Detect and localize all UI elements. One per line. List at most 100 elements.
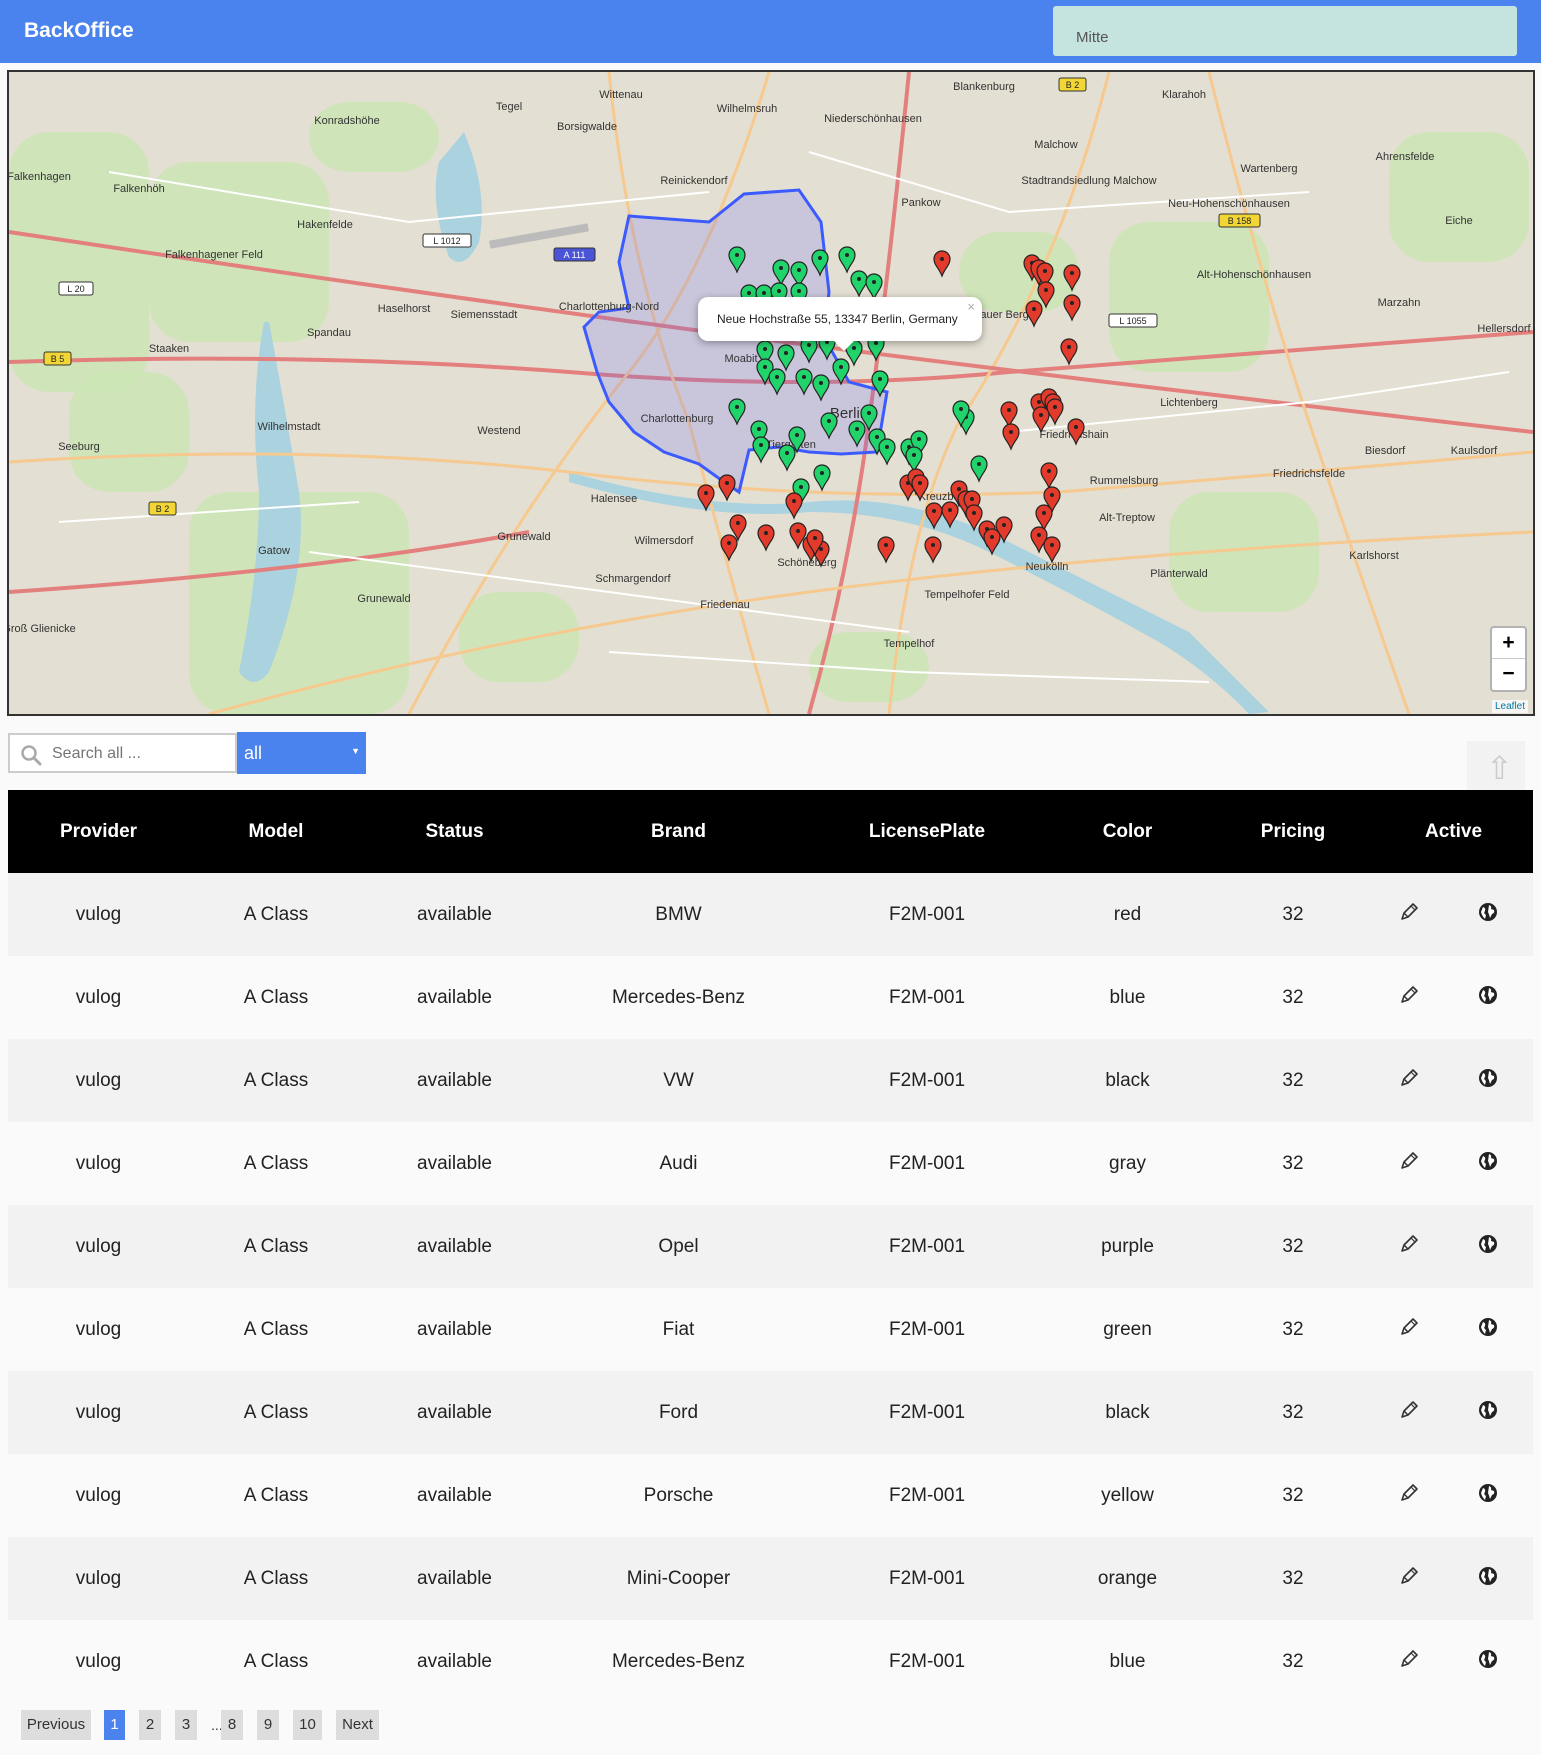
cell-status: available <box>363 1288 546 1371</box>
pagination-page-8[interactable]: 8 <box>221 1710 243 1740</box>
cell-brand: Porsche <box>546 1454 811 1537</box>
globe-icon[interactable] <box>1477 1067 1499 1089</box>
active-cell <box>1443 1288 1533 1371</box>
pagination-page-2[interactable]: 2 <box>139 1710 161 1740</box>
pagination-page-1[interactable]: 1 <box>104 1710 125 1740</box>
cell-model: A Class <box>189 1205 363 1288</box>
search-input[interactable] <box>50 743 234 765</box>
cell-provider: vulog <box>8 873 189 956</box>
place-label: Ahrensfelde <box>1376 151 1435 163</box>
pencil-icon[interactable] <box>1398 1565 1420 1587</box>
table-row[interactable]: vulog A Class available Mini-Cooper F2M-001 o… <box>8 1537 1533 1620</box>
column-header-brand[interactable]: Brand <box>546 790 811 873</box>
column-header-model[interactable]: Model <box>189 790 363 873</box>
place-label: Hakenfelde <box>297 219 353 231</box>
pencil-icon[interactable] <box>1398 1399 1420 1421</box>
pencil-icon[interactable] <box>1398 901 1420 923</box>
globe-icon[interactable] <box>1477 1482 1499 1504</box>
road-shield-label: B 2 <box>156 504 170 514</box>
edit-cell <box>1374 1620 1443 1703</box>
globe-icon[interactable] <box>1477 901 1499 923</box>
status-filter-select[interactable]: all ▼ <box>237 732 366 774</box>
column-header-license-plate[interactable]: LicensePlate <box>811 790 1043 873</box>
place-label: Alt-Treptow <box>1099 512 1155 524</box>
pagination-previous-button[interactable]: Previous <box>21 1710 91 1740</box>
cell-license-plate: F2M-001 <box>811 1620 1043 1703</box>
column-header-provider[interactable]: Provider <box>8 790 189 873</box>
map-attribution-link[interactable]: Leaflet <box>1492 700 1529 713</box>
park-area <box>69 372 189 492</box>
pagination-next-button[interactable]: Next <box>336 1710 379 1740</box>
active-cell <box>1443 1205 1533 1288</box>
place-label: Moabit <box>724 353 757 365</box>
cell-status: available <box>363 1371 546 1454</box>
table-row[interactable]: vulog A Class available Audi F2M-001 gray 32 <box>8 1122 1533 1205</box>
district-selector[interactable]: Mitte <box>1053 6 1517 56</box>
pencil-icon[interactable] <box>1398 1067 1420 1089</box>
pagination-page-3[interactable]: 3 <box>175 1710 197 1740</box>
map-popup: Neue Hochstraße 55, 13347 Berlin, German… <box>698 297 982 351</box>
globe-icon[interactable] <box>1477 1648 1499 1670</box>
pencil-icon[interactable] <box>1398 1150 1420 1172</box>
place-label: Stadtrandsiedlung Malchow <box>1021 175 1156 187</box>
place-label: Falkenhöh <box>113 183 164 195</box>
place-label: Wilhelmsruh <box>717 103 778 115</box>
cell-pricing: 32 <box>1212 873 1374 956</box>
active-cell <box>1443 873 1533 956</box>
globe-icon[interactable] <box>1477 1399 1499 1421</box>
cell-provider: vulog <box>8 1371 189 1454</box>
cell-brand: Audi <box>546 1122 811 1205</box>
place-label: Grunewald <box>497 531 550 543</box>
cell-license-plate: F2M-001 <box>811 1288 1043 1371</box>
place-label: Wilmersdorf <box>635 535 695 547</box>
globe-icon[interactable] <box>1477 1150 1499 1172</box>
cell-provider: vulog <box>8 1205 189 1288</box>
place-label: Marzahn <box>1378 297 1421 309</box>
table-row[interactable]: vulog A Class available Fiat F2M-001 green 32 <box>8 1288 1533 1371</box>
edit-cell <box>1374 1537 1443 1620</box>
pagination-page-10[interactable]: 10 <box>293 1710 322 1740</box>
cell-brand: VW <box>546 1039 811 1122</box>
place-label: Falkenhagener Feld <box>165 249 263 261</box>
globe-icon[interactable] <box>1477 1316 1499 1338</box>
place-label: Seeburg <box>58 441 100 453</box>
zoom-out-button[interactable]: − <box>1492 659 1525 689</box>
cell-provider: vulog <box>8 1454 189 1537</box>
place-label: Biesdorf <box>1365 445 1406 457</box>
map[interactable]: Tegel Konradshöhe Wittenau Wilhelmsruh Blank… <box>7 70 1535 716</box>
park-area <box>1109 222 1269 372</box>
vehicles-table: Provider Model Status Brand LicensePlate… <box>8 790 1533 1703</box>
table-row[interactable]: vulog A Class available Mercedes-Benz F2M-00… <box>8 956 1533 1039</box>
place-label: Haselhorst <box>378 303 431 315</box>
pencil-icon[interactable] <box>1398 1233 1420 1255</box>
column-header-active[interactable]: Active <box>1374 790 1533 873</box>
pagination-page-9[interactable]: 9 <box>257 1710 279 1740</box>
table-row[interactable]: vulog A Class available VW F2M-001 black 32 <box>8 1039 1533 1122</box>
zoom-in-button[interactable]: + <box>1492 628 1525 659</box>
table-row[interactable]: vulog A Class available Porsche F2M-001 yello… <box>8 1454 1533 1537</box>
table-row[interactable]: vulog A Class available Mercedes-Benz F2M-00… <box>8 1620 1533 1703</box>
cell-provider: vulog <box>8 1537 189 1620</box>
cell-color: yellow <box>1043 1454 1212 1537</box>
pencil-icon[interactable] <box>1398 1482 1420 1504</box>
column-header-status[interactable]: Status <box>363 790 546 873</box>
column-header-pricing[interactable]: Pricing <box>1212 790 1374 873</box>
table-row[interactable]: vulog A Class available BMW F2M-001 red 32 <box>8 873 1533 956</box>
place-label: Pankow <box>901 197 940 209</box>
globe-icon[interactable] <box>1477 984 1499 1006</box>
place-label: Friedrichsfelde <box>1273 468 1345 480</box>
map-canvas[interactable]: Tegel Konradshöhe Wittenau Wilhelmsruh Blank… <box>9 72 1533 714</box>
pencil-icon[interactable] <box>1398 1648 1420 1670</box>
pencil-icon[interactable] <box>1398 984 1420 1006</box>
place-label: Schmargendorf <box>595 573 671 585</box>
globe-icon[interactable] <box>1477 1565 1499 1587</box>
pencil-icon[interactable] <box>1398 1316 1420 1338</box>
cell-model: A Class <box>189 1122 363 1205</box>
popup-close-button[interactable]: × <box>967 299 975 314</box>
cell-status: available <box>363 873 546 956</box>
cell-color: purple <box>1043 1205 1212 1288</box>
table-row[interactable]: vulog A Class available Ford F2M-001 black 32 <box>8 1371 1533 1454</box>
globe-icon[interactable] <box>1477 1233 1499 1255</box>
column-header-color[interactable]: Color <box>1043 790 1212 873</box>
table-row[interactable]: vulog A Class available Opel F2M-001 purple 32 <box>8 1205 1533 1288</box>
